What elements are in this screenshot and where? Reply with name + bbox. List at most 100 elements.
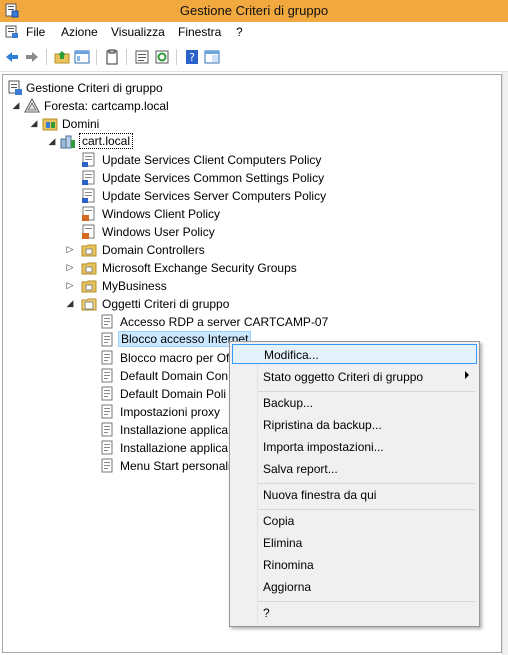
menu-help[interactable]: ?	[236, 25, 243, 39]
tree-node-gpo-link[interactable]: Update Services Server Computers Policy	[81, 187, 381, 205]
tree-label-gpo-link[interactable]: Update Services Common Settings Policy	[102, 171, 324, 185]
expand-arrow-icon[interactable]: ▷	[65, 262, 75, 272]
tree-label-gpo[interactable]: Installazione applica	[120, 441, 228, 455]
tree-node-gpo-container[interactable]: ◢ Oggetti Criteri di gruppo	[65, 295, 365, 313]
gpo-link-icon	[82, 152, 95, 167]
tree-label-ou[interactable]: Domain Controllers	[102, 243, 205, 257]
help-icon[interactable]: ?	[184, 49, 200, 65]
toolbar-separator	[176, 49, 177, 65]
menu-file[interactable]: File	[26, 25, 45, 39]
menu-separator	[258, 601, 475, 602]
menu-item-label: Modifica...	[264, 348, 319, 362]
menu-finestra[interactable]: Finestra	[178, 25, 221, 39]
tree-node-ou[interactable]: ▷ Domain Controllers	[65, 241, 365, 259]
menu-item-aggiorna[interactable]: Aggiorna	[232, 577, 477, 597]
tree-node-gpo-link[interactable]: Update Services Common Settings Policy	[81, 169, 381, 187]
menu-item-label: Nuova finestra da qui	[263, 488, 377, 502]
tree-label-gpo-link[interactable]: Update Services Client Computers Policy	[102, 153, 321, 167]
menu-item-importa[interactable]: Importa impostazioni...	[232, 437, 477, 457]
tree-label-gpo-link[interactable]: Windows User Policy	[102, 225, 215, 239]
tree-label-domains[interactable]: Domini	[62, 117, 99, 131]
menu-item-elimina[interactable]: Elimina	[232, 533, 477, 553]
tree-label-gpo[interactable]: Default Domain Poli	[120, 387, 226, 401]
refresh-icon[interactable]	[154, 49, 170, 65]
menu-item-salva-report[interactable]: Salva report...	[232, 459, 477, 479]
ou-folder-icon	[81, 280, 97, 293]
domain-icon	[60, 135, 75, 149]
menu-separator	[258, 391, 475, 392]
up-folder-icon[interactable]	[54, 49, 70, 65]
tree-label-gpo[interactable]: Default Domain Con	[120, 369, 228, 383]
menu-visualizza[interactable]: Visualizza	[111, 25, 165, 39]
tree-label-gpo[interactable]: Menu Start personali	[120, 459, 231, 473]
collapse-arrow-icon[interactable]: ◢	[47, 136, 57, 146]
menu-item-copia[interactable]: Copia	[232, 511, 477, 531]
tree-node-gpo[interactable]: Accesso RDP a server CARTCAMP-07	[99, 313, 399, 331]
toolbar-separator	[46, 49, 47, 65]
menu-item-label: Stato oggetto Criteri di gruppo	[263, 370, 424, 384]
tree-node-domains[interactable]: ◢ Domini	[29, 115, 229, 133]
collapse-arrow-icon[interactable]: ◢	[65, 298, 75, 308]
menu-item-nuova-finestra[interactable]: Nuova finestra da qui	[232, 485, 477, 505]
tree-node-root[interactable]: Gestione Criteri di gruppo	[7, 79, 207, 97]
back-icon[interactable]	[4, 49, 20, 65]
menu-item-help[interactable]: ?	[232, 603, 477, 623]
forest-icon	[24, 98, 40, 113]
menu-item-backup[interactable]: Backup...	[232, 393, 477, 413]
gpo-icon	[101, 422, 113, 437]
menu-item-label: Ripristina da backup...	[263, 418, 382, 432]
console-window-icon[interactable]	[204, 49, 220, 65]
gpo-icon	[101, 368, 113, 383]
tree-label-ou[interactable]: Microsoft Exchange Security Groups	[102, 261, 297, 275]
context-menu: Modifica... Stato oggetto Criteri di gru…	[229, 341, 480, 627]
tree-label-forest[interactable]: Foresta: cartcamp.local	[44, 99, 169, 113]
expand-arrow-icon[interactable]: ▷	[65, 280, 75, 290]
menu-item-label: Elimina	[263, 536, 303, 550]
tree-label-gpo-link[interactable]: Windows Client Policy	[102, 207, 220, 221]
tree-label-gpo-container[interactable]: Oggetti Criteri di gruppo	[102, 297, 229, 311]
forward-icon[interactable]	[24, 49, 40, 65]
menu-item-ripristina[interactable]: Ripristina da backup...	[232, 415, 477, 435]
menu-item-label: Backup...	[263, 396, 314, 410]
tree-node-ou[interactable]: ▷ MyBusiness	[65, 277, 365, 295]
tree-node-gpo-link[interactable]: Update Services Client Computers Policy	[81, 151, 381, 169]
tree-label-ou[interactable]: MyBusiness	[102, 279, 167, 293]
gpo-link-enforced-icon	[82, 206, 95, 221]
tree-label-gpo-link[interactable]: Update Services Server Computers Policy	[102, 189, 326, 203]
menu-item-label: Copia	[263, 514, 295, 528]
gpmc-root-icon	[8, 80, 22, 95]
copy-icon[interactable]	[104, 49, 120, 65]
submenu-arrow-icon	[465, 371, 469, 379]
tree-label-root[interactable]: Gestione Criteri di gruppo	[26, 81, 163, 95]
menu-item-stato[interactable]: Stato oggetto Criteri di gruppo	[232, 367, 477, 387]
title-bar: Gestione Criteri di gruppo	[0, 0, 508, 22]
menu-item-modifica[interactable]: Modifica...	[232, 344, 477, 364]
tree-label-gpo[interactable]: Impostazioni proxy	[120, 405, 220, 419]
tree-node-gpo-link[interactable]: Windows User Policy	[81, 223, 381, 241]
tree-node-forest[interactable]: ◢ Foresta: cartcamp.local	[11, 97, 211, 115]
tree-label-gpo[interactable]: Installazione applica	[120, 423, 228, 437]
tree-node-domain[interactable]: ◢ cart.local	[47, 133, 247, 151]
tree-node-gpo-link[interactable]: Windows Client Policy	[81, 205, 381, 223]
right-pane-edge	[502, 72, 508, 655]
menu-item-label: Salva report...	[263, 462, 338, 476]
tree-label-domain[interactable]: cart.local	[78, 133, 134, 149]
tree-label-gpo[interactable]: Blocco macro per Of	[120, 351, 229, 365]
show-hide-tree-icon[interactable]	[74, 49, 90, 65]
expand-arrow-icon[interactable]: ▷	[65, 244, 75, 254]
gpo-icon	[101, 314, 113, 329]
tree-label-gpo[interactable]: Accesso RDP a server CARTCAMP-07	[120, 315, 328, 329]
gpo-link-icon	[82, 188, 95, 203]
ou-folder-icon	[81, 262, 97, 275]
menu-item-label: ?	[263, 606, 270, 620]
gpo-icon	[101, 386, 113, 401]
menu-item-rinomina[interactable]: Rinomina	[232, 555, 477, 575]
collapse-arrow-icon[interactable]: ◢	[29, 118, 39, 128]
system-menu-icon[interactable]	[5, 25, 19, 39]
tree-node-ou[interactable]: ▷ Microsoft Exchange Security Groups	[65, 259, 365, 277]
collapse-arrow-icon[interactable]: ◢	[11, 100, 21, 110]
menu-bar: File Azione Visualizza Finestra ?	[0, 22, 508, 42]
gpo-link-enforced-icon	[82, 224, 95, 239]
menu-azione[interactable]: Azione	[61, 25, 98, 39]
properties-icon[interactable]	[134, 49, 150, 65]
